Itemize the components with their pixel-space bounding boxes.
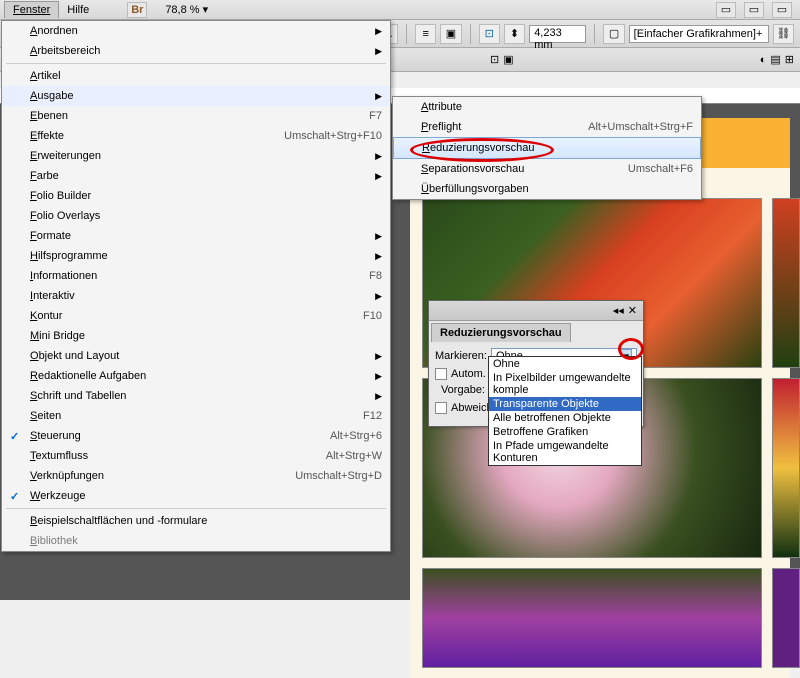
ausgabe-submenu: AttributePreflightAlt+Umschalt+Strg+FRed… — [392, 96, 702, 200]
menu-item[interactable]: Objekt und Layout▶ — [2, 346, 390, 366]
menu-item[interactable]: TextumflussAlt+Strg+W — [2, 446, 390, 466]
option-item[interactable]: Alle betroffenen Objekte — [489, 411, 641, 425]
menu-item[interactable]: Artikel — [2, 66, 390, 86]
menu-item[interactable]: Folio Overlays — [2, 206, 390, 226]
menu-item[interactable]: Bibliothek — [2, 531, 390, 551]
preset-label: Vorgabe: — [435, 384, 485, 396]
menu-fenster[interactable]: Fenster — [4, 1, 59, 18]
mark-label: Markieren: — [435, 350, 487, 362]
menu-item[interactable]: Farbe▶ — [2, 166, 390, 186]
collapse-icon[interactable]: ◂◂ — [613, 304, 624, 317]
menu-item[interactable]: EffekteUmschalt+Strg+F10 — [2, 126, 390, 146]
screen-mode-icon[interactable]: ▭ — [716, 2, 736, 18]
arrange-icon[interactable]: ▭ — [744, 2, 764, 18]
fill-icon[interactable]: ▣ — [503, 53, 513, 66]
image-frame[interactable] — [772, 378, 800, 558]
auto-checkbox[interactable] — [435, 368, 447, 380]
auto-label: Autom. — [451, 368, 486, 380]
menu-item[interactable]: Anordnen▶ — [2, 21, 390, 41]
fenster-dropdown: Anordnen▶Arbeitsbereich▶ArtikelAusgabe▶E… — [1, 20, 391, 552]
textwrap-icon[interactable]: ▣ — [440, 24, 461, 44]
option-item[interactable]: Ohne — [489, 357, 641, 371]
deviation-checkbox[interactable] — [435, 402, 447, 414]
menu-item[interactable]: ✓SteuerungAlt+Strg+6 — [2, 426, 390, 446]
option-item[interactable]: Betroffene Grafiken — [489, 425, 641, 439]
menu-item[interactable]: VerknüpfungenUmschalt+Strg+D — [2, 466, 390, 486]
submenu-item[interactable]: Attribute — [393, 97, 701, 117]
menu-item[interactable]: Interaktiv▶ — [2, 286, 390, 306]
menu-item[interactable]: SeitenF12 — [2, 406, 390, 426]
submenu-item[interactable]: Reduzierungsvorschau — [393, 137, 701, 159]
chain-icon[interactable]: ⛓ — [773, 24, 794, 44]
option-item[interactable]: In Pfade umgewandelte Konturen — [489, 439, 641, 465]
menubar: Fenster Hilfe Br 78,8 % ▾ ▭ ▭ ▭ — [0, 0, 800, 20]
link-icon[interactable]: ⬍ — [504, 24, 525, 44]
panel-header[interactable]: ◂◂ ✕ — [429, 301, 643, 321]
menu-hilfe[interactable]: Hilfe — [59, 2, 97, 18]
menu-item[interactable]: Folio Builder — [2, 186, 390, 206]
submenu-item[interactable]: Überfüllungsvorgaben — [393, 179, 701, 199]
menu-item[interactable]: Mini Bridge — [2, 326, 390, 346]
crop-icon[interactable]: ⊡ — [479, 24, 500, 44]
opt2-icon[interactable]: ▤ — [770, 53, 780, 66]
menu-item[interactable]: ✓Werkzeuge — [2, 486, 390, 506]
opt1-icon[interactable]: ◐ — [760, 54, 767, 66]
frame-style-combo[interactable]: [Einfacher Grafikrahmen]+ — [629, 25, 769, 43]
image-frame[interactable] — [772, 198, 800, 368]
menu-item[interactable]: Erweiterungen▶ — [2, 146, 390, 166]
opt3-icon[interactable]: ⊞ — [785, 53, 794, 66]
deviation-label: Abweich — [451, 402, 493, 414]
option-item[interactable]: In Pixelbilder umgewandelte komple — [489, 371, 641, 397]
menu-item[interactable]: Schrift und Tabellen▶ — [2, 386, 390, 406]
bridge-icon[interactable]: Br — [127, 2, 147, 18]
zoom-level[interactable]: 78,8 % ▾ — [159, 1, 214, 18]
menu-item[interactable]: Redaktionelle Aufgaben▶ — [2, 366, 390, 386]
menu-item[interactable]: EbenenF7 — [2, 106, 390, 126]
menu-item[interactable]: KonturF10 — [2, 306, 390, 326]
menu-item[interactable]: Formate▶ — [2, 226, 390, 246]
menu-item[interactable]: Hilfsprogramme▶ — [2, 246, 390, 266]
align-icon[interactable]: ≡ — [415, 24, 436, 44]
menu-item[interactable]: Ausgabe▶ — [2, 86, 390, 106]
image-frame[interactable] — [772, 568, 800, 668]
menu-item[interactable]: InformationenF8 — [2, 266, 390, 286]
view-icon[interactable]: ▭ — [772, 2, 792, 18]
mark-options-popup: OhneIn Pixelbilder umgewandelte kompleTr… — [488, 356, 642, 466]
dimension-field[interactable]: 4,233 mm — [529, 25, 586, 43]
submenu-item[interactable]: SeparationsvorschauUmschalt+F6 — [393, 159, 701, 179]
menu-item[interactable]: Arbeitsbereich▶ — [2, 41, 390, 61]
close-icon[interactable]: ✕ — [628, 304, 637, 317]
image-frame[interactable] — [422, 568, 762, 668]
submenu-item[interactable]: PreflightAlt+Umschalt+Strg+F — [393, 117, 701, 137]
panel-tab[interactable]: Reduzierungsvorschau — [431, 323, 571, 342]
frame-icon[interactable]: ▢ — [603, 24, 624, 44]
option-item[interactable]: Transparente Objekte — [489, 397, 641, 411]
fit-icon[interactable]: ⊡ — [490, 53, 499, 66]
menu-item[interactable]: Beispielschaltflächen und -formulare — [2, 511, 390, 531]
